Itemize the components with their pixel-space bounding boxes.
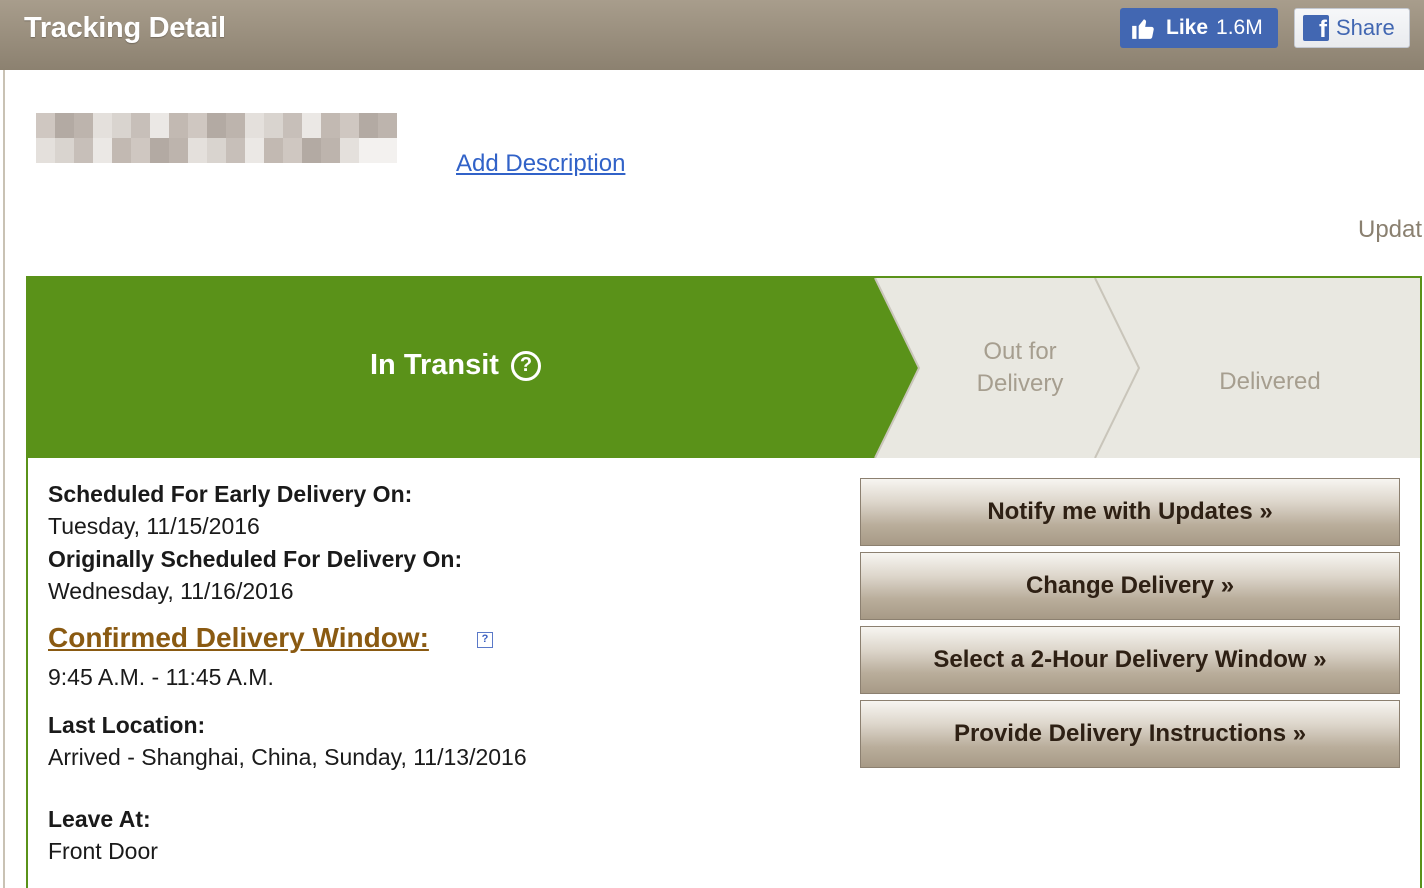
mosaic-cell bbox=[245, 113, 264, 138]
page-title: Tracking Detail bbox=[24, 12, 226, 44]
mosaic-cell bbox=[321, 113, 340, 138]
mosaic-cell bbox=[340, 138, 359, 163]
in-transit-text: In Transit bbox=[370, 349, 499, 381]
mosaic-cell bbox=[359, 138, 378, 163]
mosaic-cell bbox=[226, 113, 245, 138]
mosaic-cell bbox=[36, 138, 55, 163]
select-delivery-window-button[interactable]: Select a 2-Hour Delivery Window » bbox=[860, 626, 1400, 694]
mosaic-cell bbox=[283, 113, 302, 138]
mosaic-cell bbox=[36, 113, 55, 138]
share-label: Share bbox=[1336, 15, 1395, 40]
thumbs-up-icon bbox=[1132, 19, 1154, 39]
mosaic-cell bbox=[359, 113, 378, 138]
last-location-block: Last Location: Arrived - Shanghai, China… bbox=[48, 709, 527, 773]
progress-step-out-for-delivery: Out for Delivery bbox=[940, 336, 1100, 400]
delivery-window-value: 9:45 A.M. - 11:45 A.M. bbox=[48, 664, 274, 690]
mosaic-cell bbox=[264, 113, 283, 138]
mosaic-cell bbox=[150, 138, 169, 163]
mosaic-cell bbox=[321, 138, 340, 163]
early-delivery-label: Scheduled For Early Delivery On: bbox=[48, 481, 413, 507]
mosaic-cell bbox=[150, 113, 169, 138]
leave-at-block: Leave At: Front Door bbox=[48, 803, 158, 867]
delivery-instructions-button[interactable]: Provide Delivery Instructions » bbox=[860, 700, 1400, 768]
page-frame-border bbox=[3, 70, 5, 888]
mosaic-cell bbox=[112, 138, 131, 163]
facebook-like-button[interactable]: Like 1.6M bbox=[1120, 8, 1278, 48]
leave-at-value: Front Door bbox=[48, 838, 158, 864]
last-location-value: Arrived - Shanghai, China, Sunday, 11/13… bbox=[48, 744, 527, 770]
mosaic-cell bbox=[55, 113, 74, 138]
redacted-tracking-number bbox=[36, 113, 397, 163]
change-delivery-button[interactable]: Change Delivery » bbox=[860, 552, 1400, 620]
help-circle-icon[interactable]: ? bbox=[510, 350, 541, 381]
mosaic-cell bbox=[340, 113, 359, 138]
original-delivery-label: Originally Scheduled For Delivery On: bbox=[48, 546, 463, 572]
mosaic-cell bbox=[74, 113, 93, 138]
mosaic-cell bbox=[188, 113, 207, 138]
mosaic-cell bbox=[302, 138, 321, 163]
mosaic-cell bbox=[264, 138, 283, 163]
mosaic-cell bbox=[55, 138, 74, 163]
mosaic-cell bbox=[93, 138, 112, 163]
confirmed-delivery-window-link[interactable]: Confirmed Delivery Window: bbox=[48, 622, 429, 654]
original-delivery-value: Wednesday, 11/16/2016 bbox=[48, 578, 294, 604]
mosaic-cell bbox=[74, 138, 93, 163]
mosaic-cell bbox=[245, 138, 264, 163]
leave-at-label: Leave At: bbox=[48, 806, 151, 832]
updated-timestamp: Updat bbox=[1358, 216, 1423, 243]
mosaic-cell bbox=[112, 113, 131, 138]
delivery-line: Delivery bbox=[976, 370, 1064, 397]
progress-step-delivered: Delivered bbox=[1219, 368, 1321, 395]
mosaic-cell bbox=[131, 138, 150, 163]
last-location-label: Last Location: bbox=[48, 712, 206, 738]
header-bar: Tracking Detail Like 1.6M f Share bbox=[0, 0, 1424, 70]
add-description-link[interactable]: Add Description bbox=[456, 150, 625, 178]
original-delivery-block: Originally Scheduled For Delivery On: We… bbox=[48, 543, 462, 607]
mosaic-cell bbox=[169, 113, 188, 138]
in-transit-label: In Transit ? bbox=[370, 349, 541, 382]
notify-updates-button[interactable]: Notify me with Updates » bbox=[860, 478, 1400, 546]
mosaic-cell bbox=[226, 138, 245, 163]
facebook-icon: f bbox=[1303, 15, 1329, 41]
mosaic-cell bbox=[93, 113, 112, 138]
mosaic-cell bbox=[169, 138, 188, 163]
mosaic-cell bbox=[283, 138, 302, 163]
mosaic-cell bbox=[302, 113, 321, 138]
mosaic-cell bbox=[378, 138, 397, 163]
facebook-share-button[interactable]: f Share bbox=[1294, 8, 1410, 48]
help-icon[interactable]: ? bbox=[477, 632, 493, 648]
early-delivery-value: Tuesday, 11/15/2016 bbox=[48, 513, 260, 539]
like-count: 1.6M bbox=[1216, 16, 1263, 39]
mosaic-cell bbox=[131, 113, 150, 138]
like-label: Like bbox=[1166, 16, 1209, 39]
mosaic-cell bbox=[207, 138, 226, 163]
out-for-line: Out for bbox=[983, 338, 1057, 365]
mosaic-cell bbox=[378, 113, 397, 138]
mosaic-cell bbox=[207, 113, 226, 138]
early-delivery-block: Scheduled For Early Delivery On: Tuesday… bbox=[48, 478, 412, 542]
mosaic-cell bbox=[188, 138, 207, 163]
